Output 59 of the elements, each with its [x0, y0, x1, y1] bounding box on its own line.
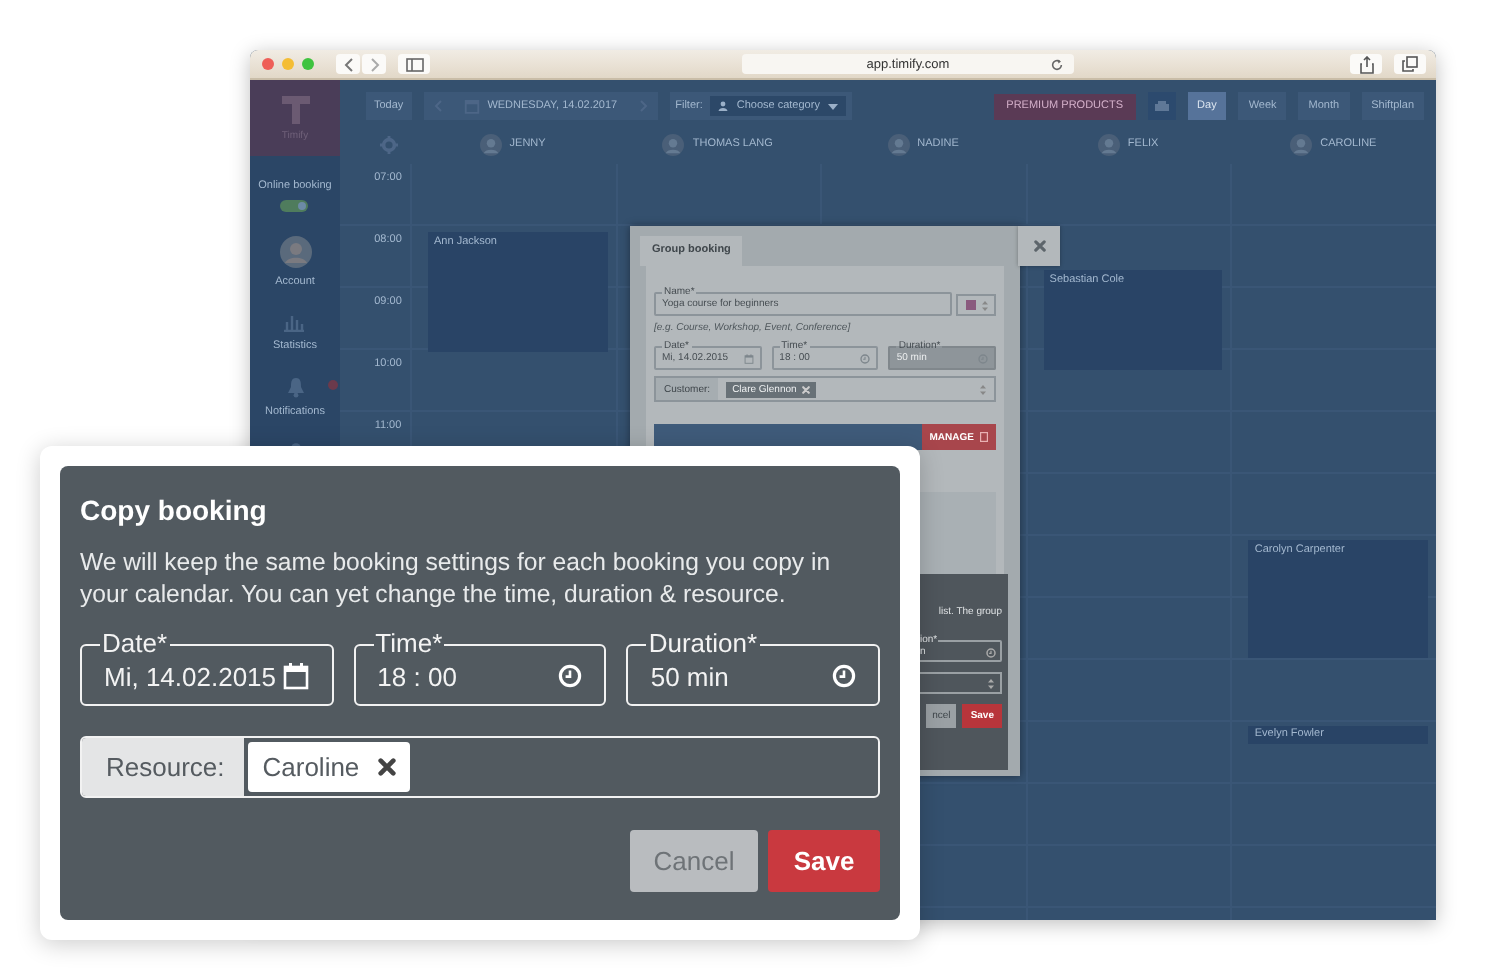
clock-icon — [986, 647, 996, 657]
avatar-icon — [1097, 133, 1120, 155]
field-label: Time* — [373, 630, 445, 658]
reload-icon — [1050, 57, 1064, 71]
time-field[interactable]: Duration* 50 min — [626, 630, 881, 706]
printer-icon — [1153, 99, 1170, 113]
sidebar-icon — [405, 57, 423, 71]
share-button[interactable] — [1350, 54, 1382, 74]
color-select[interactable] — [956, 294, 996, 316]
field-value: 18 : 00 — [377, 661, 457, 691]
list-icon — [980, 432, 988, 442]
clock-icon — [558, 664, 583, 688]
resource-field[interactable]: Resource: Caroline — [80, 736, 880, 798]
person-icon — [718, 100, 729, 112]
color-swatch — [965, 300, 975, 310]
date-field[interactable]: Date* Mi, 14.02.2015 — [80, 630, 334, 706]
save-button[interactable]: Save — [768, 830, 880, 892]
dialog-title: Copy booking — [80, 494, 269, 526]
online-booking-toggle[interactable] — [280, 200, 309, 212]
bell-icon — [285, 376, 305, 398]
calendar-icon — [743, 353, 754, 363]
time-field[interactable]: Time* 18 : 00 — [353, 630, 607, 706]
calendar-icon — [281, 662, 310, 690]
dialog-description: We will keep the same booking settings for each booking you copy in your calendar. You can yet change the time, duration & resource. — [80, 546, 833, 610]
avatar-icon — [279, 236, 311, 268]
field-value: 50 min — [650, 661, 729, 691]
bar-chart-icon — [282, 312, 307, 332]
logo-icon — [281, 95, 309, 123]
traffic-lights-icon — [260, 56, 320, 72]
avatar-icon — [887, 133, 910, 155]
sort-icon — [988, 677, 994, 689]
notification-dot — [328, 380, 339, 390]
field-value: Mi, 14.02.2015 — [104, 661, 277, 691]
field-label: Date* — [100, 630, 170, 658]
resource-label: Resource: — [82, 738, 245, 796]
resource-tag[interactable]: Caroline — [248, 742, 410, 792]
chevron-left-icon — [343, 57, 353, 71]
tabs-button[interactable] — [1394, 54, 1426, 74]
clock-icon — [860, 353, 871, 363]
avatar-icon — [662, 133, 685, 155]
sidebar-toggle-button[interactable] — [398, 54, 430, 74]
print-button[interactable] — [1147, 92, 1176, 120]
avatar-icon — [479, 133, 502, 155]
close-icon — [1033, 240, 1045, 252]
chevron-right-icon — [369, 57, 379, 71]
remove-icon — [802, 385, 811, 393]
caret-icon — [827, 103, 838, 109]
avatar-icon — [1290, 133, 1313, 155]
back-button[interactable] — [336, 54, 360, 74]
tabs-icon — [1402, 56, 1418, 72]
tag-text: Caroline — [262, 752, 360, 782]
field-label: Duration* — [646, 630, 760, 658]
remove-icon — [377, 758, 396, 776]
clock-icon — [832, 664, 857, 688]
share-icon — [1359, 55, 1373, 73]
forward-button[interactable] — [362, 54, 386, 74]
gear-icon — [379, 135, 397, 153]
cancel-button[interactable]: Cancel — [630, 830, 758, 892]
close-button[interactable] — [1018, 226, 1060, 266]
